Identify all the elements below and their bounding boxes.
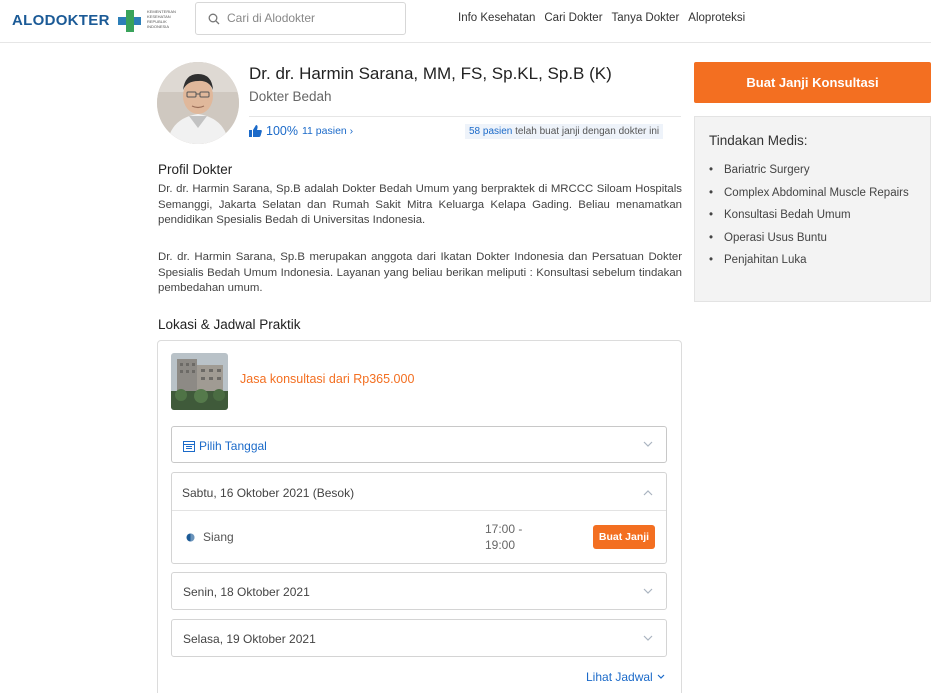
doctor-name: Dr. dr. Harmin Sarana, MM, FS, Sp.KL, Sp… — [249, 64, 612, 83]
profile-paragraph-2: Dr. dr. Harmin Sarana, Sp.B merupakan an… — [158, 251, 682, 294]
profile-paragraph-1: Dr. dr. Harmin Sarana, Sp.B adalah Dokte… — [158, 183, 682, 226]
nav-cari-dokter[interactable]: Cari Dokter — [544, 12, 602, 24]
rating-percent: 100% — [266, 124, 298, 138]
divider — [249, 116, 681, 117]
search-input[interactable] — [227, 11, 397, 25]
half-moon-icon — [186, 533, 195, 542]
procedure-item[interactable]: Penjahitan Luka — [709, 249, 909, 272]
procedure-item[interactable]: Operasi Usus Buntu — [709, 227, 909, 250]
consultation-price: Jasa konsultasi dari Rp365.000 — [240, 372, 415, 386]
date-picker-dropdown[interactable]: Pilih Tanggal — [171, 426, 667, 463]
booked-badge: 58 pasien telah buat janji dengan dokter… — [465, 124, 664, 139]
book-slot-button[interactable]: Buat Janji — [593, 525, 655, 549]
schedule-day-header[interactable]: Sabtu, 16 Oktober 2021 (Besok) — [172, 473, 666, 511]
chevron-down-icon — [643, 441, 653, 447]
search-box[interactable] — [195, 2, 406, 35]
doctor-rating[interactable]: 100% 11 pasien › — [249, 124, 353, 138]
procedure-item[interactable]: Bariatric Surgery — [709, 159, 909, 182]
procedure-item[interactable]: Complex Abdominal Muscle Repairs — [709, 182, 909, 205]
slot-time: 17:00 - 19:00 — [485, 522, 523, 552]
schedule-day-collapsed[interactable]: Senin, 18 Oktober 2021 — [171, 572, 667, 610]
schedule-day-label: Sabtu, 16 Oktober 2021 (Besok) — [182, 486, 355, 500]
doctor-avatar — [157, 62, 239, 144]
hospital-thumbnail[interactable] — [171, 353, 228, 410]
see-schedule-label: Lihat Jadwal — [586, 670, 653, 684]
thumbs-up-icon — [249, 125, 262, 137]
see-schedule-link[interactable]: Lihat Jadwal — [586, 670, 665, 684]
top-header: ALODOKTER KEMENTERIAN KESEHATAN REPUBLIK… — [0, 0, 931, 43]
doctor-specialty: Dokter Bedah — [249, 89, 332, 104]
booked-text: telah buat janji dengan dokter ini — [512, 126, 660, 137]
chevron-down-icon — [643, 635, 653, 641]
medical-procedures-panel: Tindakan Medis: Bariatric Surgery Comple… — [694, 116, 931, 302]
nav-aloproteksi[interactable]: Aloproteksi — [688, 12, 745, 24]
chevron-down-icon — [643, 588, 653, 594]
procedures-list: Bariatric Surgery Complex Abdominal Musc… — [709, 159, 909, 272]
slot-period: Siang — [203, 530, 234, 544]
main-nav: Info Kesehatan Cari Dokter Tanya Dokter … — [458, 12, 754, 24]
date-picker-label: Pilih Tanggal — [199, 439, 267, 453]
nav-info-kesehatan[interactable]: Info Kesehatan — [458, 12, 535, 24]
rating-count-link[interactable]: 11 pasien › — [302, 125, 353, 137]
schedule-day-label: Selasa, 19 Oktober 2021 — [183, 632, 316, 646]
book-consultation-button[interactable]: Buat Janji Konsultasi — [694, 62, 931, 103]
search-icon — [208, 13, 220, 25]
chevron-up-icon — [643, 490, 653, 496]
procedures-title: Tindakan Medis: — [709, 133, 808, 148]
location-title: Lokasi & Jadwal Praktik — [158, 317, 301, 332]
schedule-day-collapsed[interactable]: Selasa, 19 Oktober 2021 — [171, 619, 667, 657]
kemenkes-logo-text: KEMENTERIAN KESEHATAN REPUBLIK INDONESIA — [147, 9, 176, 29]
nav-tanya-dokter[interactable]: Tanya Dokter — [612, 12, 680, 24]
schedule-day-expanded: Sabtu, 16 Oktober 2021 (Besok) Siang 17:… — [171, 472, 667, 564]
date-picker-label-wrap: Pilih Tanggal — [183, 439, 267, 453]
procedure-item[interactable]: Konsultasi Bedah Umum — [709, 204, 909, 227]
calendar-icon — [183, 441, 195, 452]
doctor-photo — [157, 62, 239, 144]
alodokter-logo[interactable]: ALODOKTER — [12, 12, 110, 29]
hospital-photo — [171, 353, 228, 410]
chevron-down-icon — [657, 674, 665, 679]
schedule-day-label: Senin, 18 Oktober 2021 — [183, 585, 310, 599]
booked-count: 58 pasien — [469, 126, 513, 137]
profile-title: Profil Dokter — [158, 162, 233, 177]
